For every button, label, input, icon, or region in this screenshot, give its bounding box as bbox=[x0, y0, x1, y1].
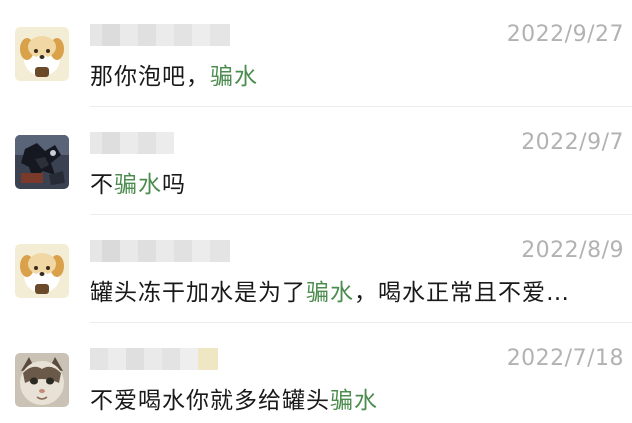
keyword-highlight: 骗水 bbox=[306, 280, 354, 306]
dog-cartoon-avatar-icon[interactable] bbox=[15, 27, 69, 81]
list-item[interactable]: 2022/9/7 不骗水吗 bbox=[0, 108, 632, 217]
keyword-highlight: 骗水 bbox=[114, 172, 162, 198]
cat-photo-avatar-icon[interactable] bbox=[15, 353, 69, 407]
message-preview: 不骗水吗 bbox=[90, 172, 186, 198]
list-item[interactable]: 2022/7/18 不爱喝水你就多给罐头骗水 bbox=[0, 324, 632, 423]
list-item[interactable]: 2022/9/27 那你泡吧，骗水 bbox=[0, 0, 632, 109]
keyword-highlight: 骗水 bbox=[210, 64, 258, 90]
message-preview: 罐头冻干加水是为了骗水，喝水正常且不爱… bbox=[90, 280, 570, 306]
blurred-contact-name bbox=[90, 132, 174, 154]
message-date: 2022/9/27 bbox=[506, 22, 624, 47]
keyword-highlight: 骗水 bbox=[330, 388, 378, 414]
search-results-list: 2022/9/27 那你泡吧，骗水 2022/9/7 不骗水吗 2022/8/9… bbox=[0, 0, 632, 423]
blurred-contact-name bbox=[90, 240, 230, 262]
message-date: 2022/9/7 bbox=[521, 130, 624, 155]
message-date: 2022/8/9 bbox=[521, 238, 624, 263]
dog-cartoon-avatar-icon[interactable] bbox=[15, 244, 69, 298]
list-item[interactable]: 2022/8/9 罐头冻干加水是为了骗水，喝水正常且不爱… bbox=[0, 216, 632, 325]
divider bbox=[90, 106, 632, 107]
dark-anime-avatar-icon[interactable] bbox=[15, 135, 69, 189]
divider bbox=[90, 322, 632, 323]
divider bbox=[90, 214, 632, 215]
message-preview: 不爱喝水你就多给罐头骗水 bbox=[90, 388, 378, 414]
message-preview: 那你泡吧，骗水 bbox=[90, 64, 258, 90]
blurred-contact-name bbox=[90, 24, 230, 46]
blurred-contact-name bbox=[90, 348, 218, 370]
message-date: 2022/7/18 bbox=[506, 346, 624, 371]
